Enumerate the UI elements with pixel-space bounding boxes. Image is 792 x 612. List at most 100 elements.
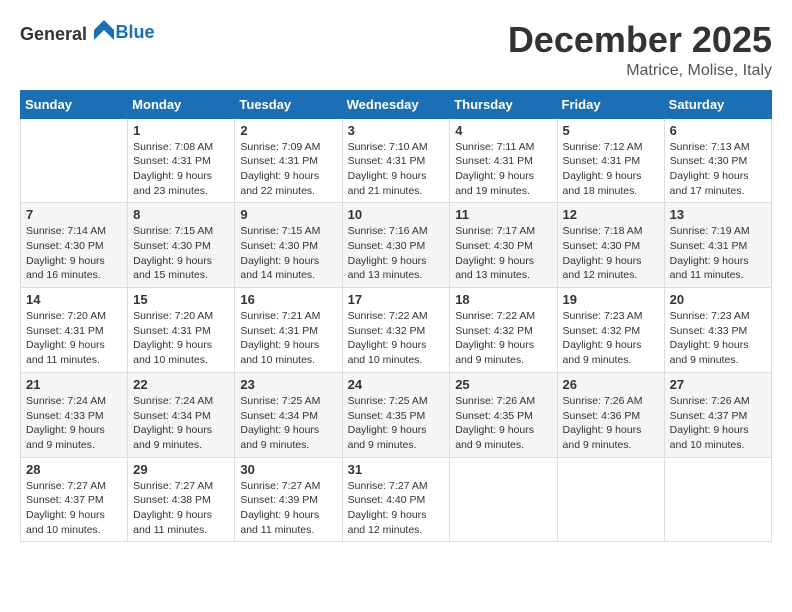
week-row-2: 7 Sunrise: 7:14 AMSunset: 4:30 PMDaylight… <box>21 203 772 288</box>
day-number: 15 <box>133 292 229 307</box>
day-info: Sunrise: 7:23 AMSunset: 4:33 PMDaylight:… <box>670 309 766 368</box>
day-number: 27 <box>670 377 766 392</box>
calendar-cell: 13 Sunrise: 7:19 AMSunset: 4:31 PMDayligh… <box>664 203 771 288</box>
calendar-cell: 20 Sunrise: 7:23 AMSunset: 4:33 PMDayligh… <box>664 288 771 373</box>
day-info: Sunrise: 7:26 AMSunset: 4:36 PMDaylight:… <box>563 394 659 453</box>
day-info: Sunrise: 7:08 AMSunset: 4:31 PMDaylight:… <box>133 140 229 199</box>
logo-general: General <box>20 24 87 44</box>
day-info: Sunrise: 7:20 AMSunset: 4:31 PMDaylight:… <box>26 309 122 368</box>
calendar-header-row: SundayMondayTuesdayWednesdayThursdayFrid… <box>21 90 772 118</box>
day-info: Sunrise: 7:17 AMSunset: 4:30 PMDaylight:… <box>455 224 551 283</box>
calendar-cell: 1 Sunrise: 7:08 AMSunset: 4:31 PMDaylight… <box>128 118 235 203</box>
week-row-4: 21Sunrise: 7:24 AMSunset: 4:33 PMDayligh… <box>21 372 772 457</box>
header-col-saturday: Saturday <box>664 90 771 118</box>
day-number: 3 <box>348 123 445 138</box>
day-number: 30 <box>240 462 336 477</box>
calendar-cell: 4Sunrise: 7:11 AMSunset: 4:31 PMDaylight… <box>450 118 557 203</box>
logo: General Blue <box>20 20 155 45</box>
calendar-cell: 2 Sunrise: 7:09 AMSunset: 4:31 PMDaylight… <box>235 118 342 203</box>
day-number: 28 <box>26 462 122 477</box>
week-row-1: 1 Sunrise: 7:08 AMSunset: 4:31 PMDaylight… <box>21 118 772 203</box>
location: Matrice, Molise, Italy <box>508 62 772 80</box>
day-number: 19 <box>563 292 659 307</box>
calendar-cell: 12Sunrise: 7:18 AMSunset: 4:30 PMDayligh… <box>557 203 664 288</box>
calendar-cell: 21Sunrise: 7:24 AMSunset: 4:33 PMDayligh… <box>21 372 128 457</box>
day-info: Sunrise: 7:26 AMSunset: 4:37 PMDaylight:… <box>670 394 766 453</box>
calendar-cell: 8 Sunrise: 7:15 AMSunset: 4:30 PMDaylight… <box>128 203 235 288</box>
calendar-cell: 29Sunrise: 7:27 AMSunset: 4:38 PMDayligh… <box>128 457 235 542</box>
day-number: 24 <box>348 377 445 392</box>
day-info: Sunrise: 7:22 AMSunset: 4:32 PMDaylight:… <box>455 309 551 368</box>
day-number: 17 <box>348 292 445 307</box>
week-row-5: 28 Sunrise: 7:27 AMSunset: 4:37 PMDayligh… <box>21 457 772 542</box>
day-number: 5 <box>563 123 659 138</box>
calendar-table: SundayMondayTuesdayWednesdayThursdayFrid… <box>20 90 772 543</box>
logo-icon <box>94 20 114 40</box>
calendar-cell: 19 Sunrise: 7:23 AMSunset: 4:32 PMDayligh… <box>557 288 664 373</box>
header-col-monday: Monday <box>128 90 235 118</box>
day-info: Sunrise: 7:27 AMSunset: 4:38 PMDaylight:… <box>133 479 229 538</box>
calendar-cell: 15 Sunrise: 7:20 AMSunset: 4:31 PMDayligh… <box>128 288 235 373</box>
day-info: Sunrise: 7:24 AMSunset: 4:34 PMDaylight:… <box>133 394 229 453</box>
day-number: 1 <box>133 123 229 138</box>
day-number: 22 <box>133 377 229 392</box>
day-info: Sunrise: 7:25 AMSunset: 4:35 PMDaylight:… <box>348 394 445 453</box>
day-info: Sunrise: 7:12 AMSunset: 4:31 PMDaylight:… <box>563 140 659 199</box>
calendar-cell: 7 Sunrise: 7:14 AMSunset: 4:30 PMDaylight… <box>21 203 128 288</box>
day-info: Sunrise: 7:25 AMSunset: 4:34 PMDaylight:… <box>240 394 336 453</box>
day-number: 21 <box>26 377 122 392</box>
day-number: 20 <box>670 292 766 307</box>
day-number: 8 <box>133 207 229 222</box>
day-number: 26 <box>563 377 659 392</box>
day-info: Sunrise: 7:23 AMSunset: 4:32 PMDaylight:… <box>563 309 659 368</box>
day-number: 6 <box>670 123 766 138</box>
day-info: Sunrise: 7:22 AMSunset: 4:32 PMDaylight:… <box>348 309 445 368</box>
day-info: Sunrise: 7:09 AMSunset: 4:31 PMDaylight:… <box>240 140 336 199</box>
calendar-cell: 10Sunrise: 7:16 AMSunset: 4:30 PMDayligh… <box>342 203 450 288</box>
calendar-cell <box>664 457 771 542</box>
day-number: 23 <box>240 377 336 392</box>
day-info: Sunrise: 7:26 AMSunset: 4:35 PMDaylight:… <box>455 394 551 453</box>
day-number: 16 <box>240 292 336 307</box>
calendar-cell: 9Sunrise: 7:15 AMSunset: 4:30 PMDaylight… <box>235 203 342 288</box>
logo-blue: Blue <box>116 22 155 42</box>
day-info: Sunrise: 7:13 AMSunset: 4:30 PMDaylight:… <box>670 140 766 199</box>
day-number: 11 <box>455 207 551 222</box>
header-col-wednesday: Wednesday <box>342 90 450 118</box>
day-number: 10 <box>348 207 445 222</box>
day-number: 18 <box>455 292 551 307</box>
header-col-thursday: Thursday <box>450 90 557 118</box>
calendar-cell: 30 Sunrise: 7:27 AMSunset: 4:39 PMDayligh… <box>235 457 342 542</box>
calendar-cell <box>450 457 557 542</box>
day-info: Sunrise: 7:27 AMSunset: 4:39 PMDaylight:… <box>240 479 336 538</box>
header-col-friday: Friday <box>557 90 664 118</box>
month-title: December 2025 <box>508 20 772 60</box>
calendar-cell: 27 Sunrise: 7:26 AMSunset: 4:37 PMDayligh… <box>664 372 771 457</box>
calendar-cell <box>557 457 664 542</box>
day-info: Sunrise: 7:20 AMSunset: 4:31 PMDaylight:… <box>133 309 229 368</box>
day-info: Sunrise: 7:27 AMSunset: 4:37 PMDaylight:… <box>26 479 122 538</box>
calendar-cell: 16 Sunrise: 7:21 AMSunset: 4:31 PMDayligh… <box>235 288 342 373</box>
day-info: Sunrise: 7:21 AMSunset: 4:31 PMDaylight:… <box>240 309 336 368</box>
day-info: Sunrise: 7:14 AMSunset: 4:30 PMDaylight:… <box>26 224 122 283</box>
calendar-cell: 5 Sunrise: 7:12 AMSunset: 4:31 PMDaylight… <box>557 118 664 203</box>
calendar-cell: 17 Sunrise: 7:22 AMSunset: 4:32 PMDayligh… <box>342 288 450 373</box>
day-number: 2 <box>240 123 336 138</box>
day-number: 4 <box>455 123 551 138</box>
day-info: Sunrise: 7:15 AMSunset: 4:30 PMDaylight:… <box>240 224 336 283</box>
header-col-tuesday: Tuesday <box>235 90 342 118</box>
calendar-cell: 25Sunrise: 7:26 AMSunset: 4:35 PMDayligh… <box>450 372 557 457</box>
day-number: 7 <box>26 207 122 222</box>
calendar-cell: 23 Sunrise: 7:25 AMSunset: 4:34 PMDayligh… <box>235 372 342 457</box>
page-header: General Blue December 2025 Matrice, Moli… <box>20 20 772 80</box>
calendar-cell: 18 Sunrise: 7:22 AMSunset: 4:32 PMDayligh… <box>450 288 557 373</box>
day-info: Sunrise: 7:10 AMSunset: 4:31 PMDaylight:… <box>348 140 445 199</box>
day-info: Sunrise: 7:15 AMSunset: 4:30 PMDaylight:… <box>133 224 229 283</box>
day-info: Sunrise: 7:19 AMSunset: 4:31 PMDaylight:… <box>670 224 766 283</box>
day-number: 31 <box>348 462 445 477</box>
calendar-cell <box>21 118 128 203</box>
calendar-cell: 22 Sunrise: 7:24 AMSunset: 4:34 PMDayligh… <box>128 372 235 457</box>
day-info: Sunrise: 7:18 AMSunset: 4:30 PMDaylight:… <box>563 224 659 283</box>
week-row-3: 14Sunrise: 7:20 AMSunset: 4:31 PMDayligh… <box>21 288 772 373</box>
day-number: 13 <box>670 207 766 222</box>
